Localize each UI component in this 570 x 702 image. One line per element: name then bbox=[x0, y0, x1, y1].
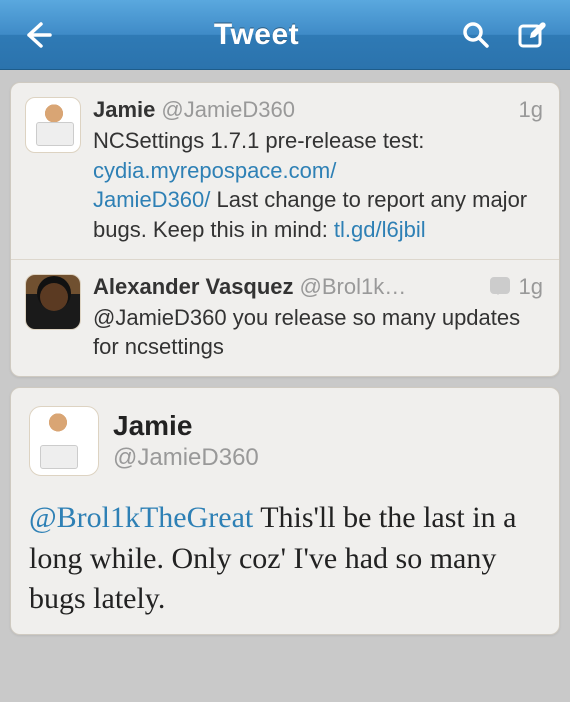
detail-card[interactable]: Jamie @JamieD360 @Brol1kTheGreat This'll… bbox=[10, 387, 560, 635]
back-button[interactable] bbox=[10, 10, 65, 60]
page-title: Tweet bbox=[65, 18, 448, 52]
tweet-handle: @Brol1k… bbox=[300, 274, 407, 300]
detail-name: Jamie bbox=[113, 410, 259, 442]
thread-card: Jamie@JamieD360 1g NCSettings 1.7.1 pre-re… bbox=[10, 82, 560, 377]
detail-handle: @JamieD360 bbox=[113, 444, 259, 472]
detail-text: @Brol1kTheGreat This'll be the last in a… bbox=[29, 498, 541, 620]
tweet-name: Alexander Vasquez bbox=[93, 274, 294, 300]
avatar[interactable] bbox=[25, 274, 81, 330]
avatar[interactable] bbox=[25, 97, 81, 153]
tweet-text: @JamieD360 you release so many updates f… bbox=[93, 303, 543, 362]
tweet-handle: @JamieD360 bbox=[161, 97, 295, 123]
tweet-text: NCSettings 1.7.1 pre-release test: cydia… bbox=[93, 126, 543, 245]
link[interactable]: tl.gd/l6jbil bbox=[334, 217, 426, 242]
avatar[interactable] bbox=[29, 406, 99, 476]
tweet-name: Jamie bbox=[93, 97, 155, 123]
compose-button[interactable] bbox=[505, 10, 560, 60]
link[interactable]: cydia.myrepospace.com/ bbox=[93, 158, 336, 183]
navbar: Tweet bbox=[0, 0, 570, 70]
tweet-row[interactable]: Alexander Vasquez@Brol1k… 1g @JamieD360 yo… bbox=[11, 259, 559, 376]
mention-link[interactable]: @Brol1kTheGreat bbox=[29, 501, 253, 534]
search-button[interactable] bbox=[448, 10, 503, 60]
reply-icon bbox=[490, 277, 510, 294]
tweet-row[interactable]: Jamie@JamieD360 1g NCSettings 1.7.1 pre-re… bbox=[11, 83, 559, 259]
tweet-time: 1g bbox=[519, 97, 543, 123]
tweet-time: 1g bbox=[519, 274, 543, 300]
link[interactable]: JamieD360/ bbox=[93, 187, 210, 212]
